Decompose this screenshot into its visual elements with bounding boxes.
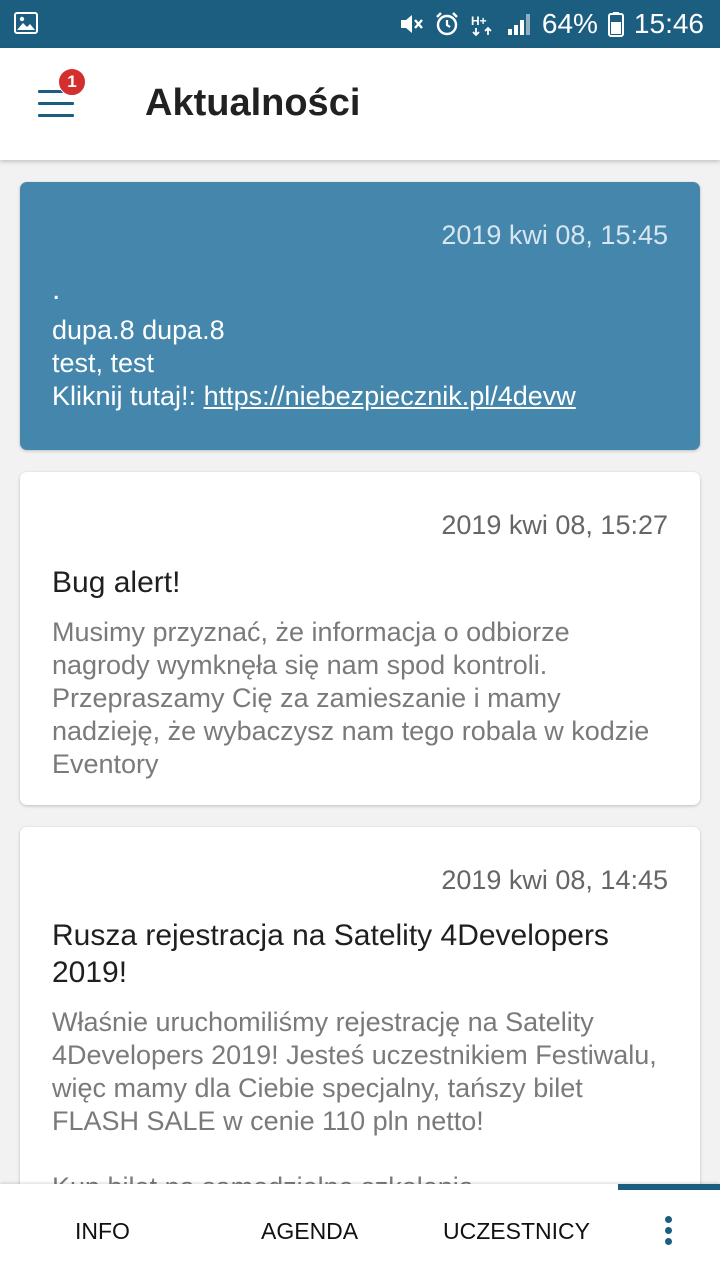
page-title: Aktualności [145, 82, 361, 124]
status-bar: H+ 64% 15:46 [0, 0, 720, 48]
news-body: Właśnie uruchomiliśmy rejestrację na Sat… [52, 1007, 657, 1136]
mute-icon [400, 15, 423, 33]
hplus-network-icon: H+ [471, 14, 492, 37]
news-card[interactable]: 2019 kwi 08, 15:27 Bug alert! Musimy prz… [20, 472, 700, 805]
battery-percent: 64% [541, 8, 598, 39]
news-title: Bug alert! [52, 566, 181, 599]
news-body-continued: Kup bilet na samodzielne szkolenia [52, 1171, 668, 1184]
news-title: Rusza rejestracja na Satelity 4Developer… [52, 919, 609, 989]
notification-badge: 1 [58, 68, 86, 96]
news-link-label: Kliknij tutaj!: [52, 381, 204, 411]
nav-item-info[interactable]: INFO [75, 1218, 130, 1245]
more-vert-icon[interactable] [652, 1210, 684, 1250]
news-date: 2019 kwi 08, 15:27 [441, 510, 668, 540]
clock: 15:46 [633, 8, 704, 39]
signal-icon [507, 14, 530, 35]
news-date: 2019 kwi 08, 15:45 [441, 220, 668, 250]
active-tab-indicator [618, 1184, 720, 1190]
news-card[interactable]: 2019 kwi 08, 14:45 Rusza rejestracja na … [20, 827, 700, 1184]
news-line: dupa.8 dupa.8 [52, 315, 225, 345]
alarm-icon [436, 12, 458, 36]
battery-icon [607, 12, 624, 37]
news-feed[interactable]: 2019 kwi 08, 15:45 . dupa.8 dupa.8 test,… [0, 160, 720, 1184]
nav-item-uczestnicy[interactable]: UCZESTNICY [443, 1218, 590, 1245]
news-link[interactable]: https://niebezpiecznik.pl/4devw [204, 381, 576, 411]
news-line: test, test [52, 348, 155, 378]
news-title: . [52, 273, 61, 306]
gallery-icon [14, 12, 38, 34]
news-link-row: Kliknij tutaj!: https://niebezpiecznik.p… [52, 380, 668, 413]
svg-text:H+: H+ [471, 14, 487, 28]
bottom-nav: INFO AGENDA UCZESTNICY [0, 1184, 720, 1280]
nav-item-agenda[interactable]: AGENDA [261, 1218, 358, 1245]
news-card[interactable]: 2019 kwi 08, 15:45 . dupa.8 dupa.8 test,… [20, 182, 700, 450]
news-body: Musimy przyznać, że informacja o odbiorz… [52, 617, 650, 779]
app-bar: 1 Aktualności [0, 48, 720, 160]
news-date: 2019 kwi 08, 14:45 [441, 865, 668, 895]
